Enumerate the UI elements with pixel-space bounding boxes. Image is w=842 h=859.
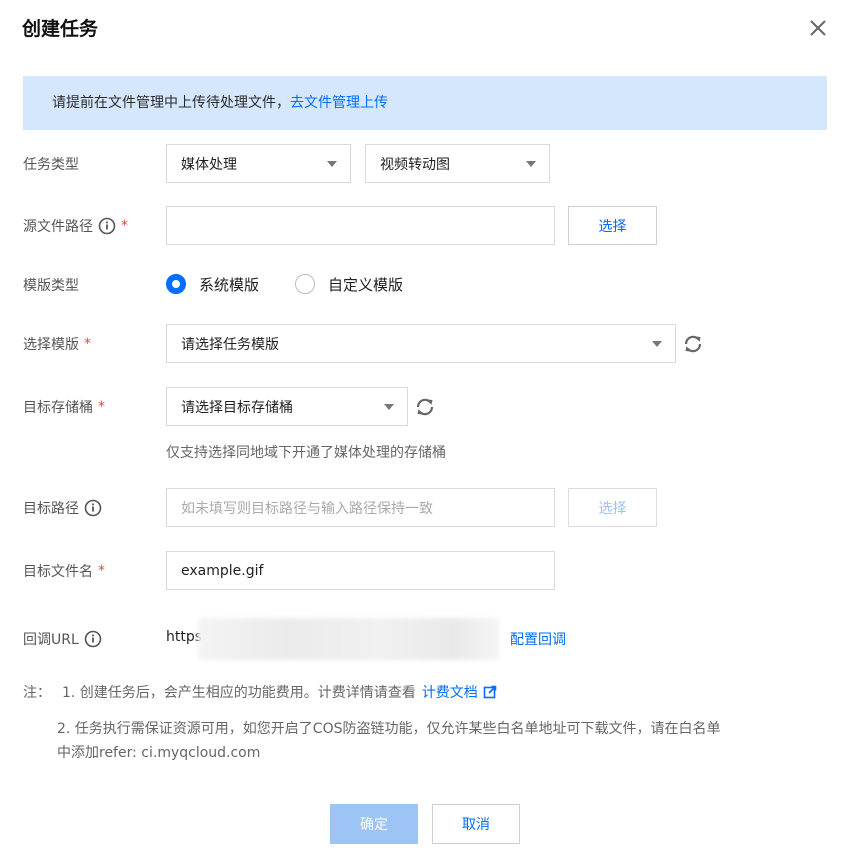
notes-line-1: 1. 创建任务后，会产生相应的功能费用。计费详情请查看 计费文档 [62, 682, 497, 702]
required-asterisk: * [98, 399, 105, 415]
info-icon[interactable] [98, 217, 116, 235]
target-path-label-text: 目标路径 [23, 501, 79, 517]
callback-url-label: 回调URL [23, 629, 102, 649]
bucket-select[interactable]: 请选择目标存储桶 [166, 387, 408, 426]
redacted-url-blur [198, 618, 500, 660]
refresh-icon[interactable] [414, 396, 436, 418]
target-filename-label: 目标文件名 * [23, 561, 105, 581]
chevron-down-icon [652, 340, 662, 347]
target-bucket-label: 目标存储桶 * [23, 397, 105, 417]
source-path-label-text: 源文件路径 [23, 219, 93, 235]
banner-text: 请提前在文件管理中上传待处理文件， [52, 95, 290, 111]
required-asterisk: * [121, 218, 128, 234]
chevron-down-icon [327, 160, 337, 167]
info-icon[interactable] [84, 630, 102, 648]
target-bucket-label-text: 目标存储桶 [23, 400, 93, 416]
required-asterisk: * [84, 336, 91, 352]
target-path-input[interactable]: 如未填写则目标路径与输入路径保持一致 [166, 488, 555, 527]
confirm-button[interactable]: 确定 [330, 804, 418, 844]
target-path-label: 目标路径 [23, 498, 102, 518]
cancel-button[interactable]: 取消 [432, 804, 520, 844]
template-select-value: 请选择任务模版 [181, 336, 279, 353]
template-select[interactable]: 请选择任务模版 [166, 324, 676, 363]
close-icon[interactable] [806, 16, 830, 40]
bucket-select-value: 请选择目标存储桶 [181, 399, 293, 416]
target-filename-input[interactable]: example.gif [166, 551, 555, 590]
system-template-radio[interactable] [166, 274, 186, 294]
source-path-label: 源文件路径 * [23, 216, 128, 236]
source-path-input[interactable] [166, 206, 555, 245]
target-filename-label-text: 目标文件名 [23, 564, 93, 580]
info-icon[interactable] [84, 499, 102, 517]
configure-callback-link[interactable]: 配置回调 [510, 629, 566, 649]
notes-line-2a: 2. 任务执行需保证资源可用，如您开启了COS防盗链功能，仅允许某些白名单地址可… [57, 721, 721, 737]
select-template-label-text: 选择模版 [23, 337, 79, 353]
task-subtype-select[interactable]: 视频转动图 [365, 144, 550, 183]
chevron-down-icon [526, 160, 536, 167]
select-template-label: 选择模版 * [23, 334, 91, 354]
task-type-select[interactable]: 媒体处理 [166, 144, 351, 183]
billing-docs-link[interactable]: 计费文档 [422, 682, 478, 702]
notes-prefix: 注： [23, 685, 51, 701]
system-template-label[interactable]: 系统模版 [199, 274, 259, 295]
info-banner: 请提前在文件管理中上传待处理文件，去文件管理上传 [23, 76, 827, 130]
callback-url-label-text: 回调URL [23, 632, 79, 648]
task-type-select-value: 媒体处理 [181, 156, 237, 173]
target-path-placeholder: 如未填写则目标路径与输入路径保持一致 [181, 500, 433, 517]
task-type-label-text: 任务类型 [23, 157, 79, 173]
required-asterisk: * [98, 563, 105, 579]
custom-template-radio[interactable] [295, 274, 315, 294]
template-type-label: 模版类型 [23, 275, 79, 295]
task-subtype-select-value: 视频转动图 [380, 156, 450, 173]
callback-url-value: https [166, 629, 203, 645]
notes-line-1-text: 1. 创建任务后，会产生相应的功能费用。计费详情请查看 [62, 685, 416, 701]
file-management-upload-link[interactable]: 去文件管理上传 [290, 95, 388, 111]
bucket-hint: 仅支持选择同地域下开通了媒体处理的存储桶 [166, 445, 446, 461]
custom-template-label[interactable]: 自定义模版 [328, 274, 403, 295]
chevron-down-icon [384, 403, 394, 410]
notes-line-2b: 中添加refer: ci.myqcloud.com [57, 745, 261, 761]
external-link-icon[interactable] [483, 685, 497, 699]
dialog-title: 创建任务 [22, 18, 99, 40]
refresh-icon[interactable] [682, 333, 704, 355]
template-type-label-text: 模版类型 [23, 278, 79, 294]
target-path-select-button[interactable]: 选择 [568, 488, 657, 527]
task-type-label: 任务类型 [23, 154, 79, 174]
source-path-select-button[interactable]: 选择 [568, 206, 657, 245]
